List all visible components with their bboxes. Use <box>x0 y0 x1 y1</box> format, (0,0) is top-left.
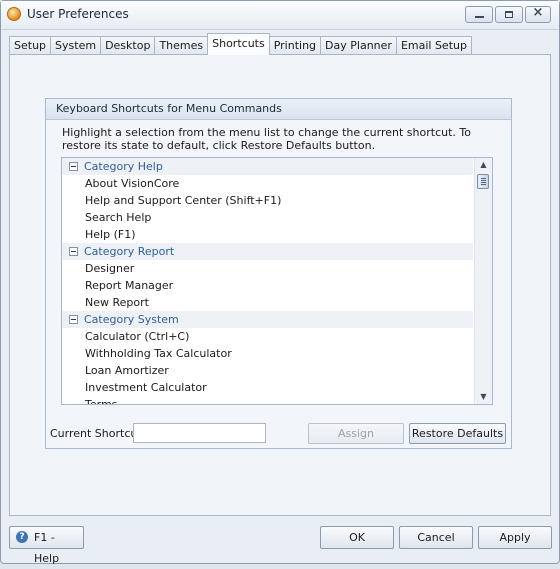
grip-icon <box>481 178 486 185</box>
tree-category-row[interactable]: Category Help <box>62 158 473 175</box>
tree-item-row[interactable]: Designer <box>62 260 473 277</box>
tree-item-row[interactable]: About VisionCore <box>62 175 473 192</box>
shortcuts-tab-panel: Keyboard Shortcuts for Menu Commands Hig… <box>9 54 551 516</box>
current-shortcut-input[interactable] <box>133 423 266 443</box>
command-label: Loan Amortizer <box>85 364 169 377</box>
tree-item-row[interactable]: Help and Support Center (Shift+F1) <box>62 192 473 209</box>
tree-item-row[interactable]: Report Manager <box>62 277 473 294</box>
tab-themes[interactable]: Themes <box>154 36 209 55</box>
tab-setup[interactable]: Setup <box>9 36 52 55</box>
tree-item-row[interactable]: Calculator (Ctrl+C) <box>62 328 473 345</box>
current-shortcut-label: Current Shortcut <box>50 427 142 440</box>
command-label: Help and Support Center (Shift+F1) <box>85 194 282 207</box>
command-label: About VisionCore <box>85 177 180 190</box>
user-preferences-window: User Preferences × Setup System Desktop The… <box>0 0 560 565</box>
help-button-label: F1 - Help <box>34 531 60 565</box>
scroll-up-arrow-icon[interactable]: ▲ <box>475 158 492 172</box>
keyboard-shortcuts-group: Keyboard Shortcuts for Menu Commands Hig… <box>45 98 512 449</box>
preferences-tabs: Setup System Desktop Themes Shortcuts Printin… <box>9 33 472 55</box>
tab-email-setup[interactable]: Email Setup <box>395 36 472 55</box>
menu-command-tree[interactable]: Category Help About VisionCore Help and Su… <box>61 157 493 405</box>
minimize-button[interactable] <box>465 6 493 23</box>
command-label: Withholding Tax Calculator <box>85 347 232 360</box>
vertical-scrollbar[interactable]: ▲ ▼ <box>474 158 492 404</box>
command-label: Help (F1) <box>85 228 136 241</box>
restore-defaults-button[interactable]: Restore Defaults <box>409 423 506 444</box>
instructions-text: Highlight a selection from the menu list… <box>62 126 471 152</box>
command-label: Search Help <box>85 211 152 224</box>
tree-item-row[interactable]: Help (F1) <box>62 226 473 243</box>
command-label: Report Manager <box>85 279 174 292</box>
assign-button[interactable]: Assign <box>308 423 404 444</box>
tab-desktop[interactable]: Desktop <box>100 36 156 55</box>
tab-system[interactable]: System <box>50 36 102 55</box>
tab-printing[interactable]: Printing <box>268 36 322 55</box>
collapse-minus-icon[interactable] <box>69 162 78 171</box>
tree-item-row[interactable]: Search Help <box>62 209 473 226</box>
app-icon[interactable] <box>7 7 21 21</box>
scrollbar-thumb[interactable] <box>477 174 489 189</box>
command-label: Designer <box>85 262 135 275</box>
maximize-button[interactable] <box>495 6 523 23</box>
group-title: Keyboard Shortcuts for Menu Commands <box>46 99 511 120</box>
category-label: Category System <box>84 313 179 326</box>
apply-button[interactable]: Apply <box>478 526 552 549</box>
scroll-down-arrow-icon[interactable]: ▼ <box>475 390 492 404</box>
ok-button[interactable]: OK <box>320 526 394 549</box>
close-icon: × <box>532 5 544 20</box>
category-label: Category Help <box>84 160 163 173</box>
tab-day-planner[interactable]: Day Planner <box>320 36 397 55</box>
title-bar[interactable]: User Preferences × <box>1 1 559 30</box>
window-controls: × <box>465 5 551 23</box>
maximize-icon <box>505 11 513 18</box>
collapse-minus-icon[interactable] <box>69 247 78 256</box>
command-label: New Report <box>85 296 149 309</box>
window-title: User Preferences <box>27 7 129 21</box>
minimize-icon <box>475 16 484 18</box>
collapse-minus-icon[interactable] <box>69 315 78 324</box>
tree-rows: Category Help About VisionCore Help and Su… <box>62 158 473 405</box>
tree-item-row[interactable]: New Report <box>62 294 473 311</box>
command-label: Investment Calculator <box>85 381 207 394</box>
help-icon: ? <box>16 531 28 543</box>
tree-category-row[interactable]: Category System <box>62 311 473 328</box>
tree-category-row[interactable]: Category Report <box>62 243 473 260</box>
tree-item-row[interactable]: Loan Amortizer <box>62 362 473 379</box>
command-label: Calculator (Ctrl+C) <box>85 330 190 343</box>
tab-shortcuts[interactable]: Shortcuts <box>207 33 270 55</box>
tree-item-row[interactable]: Withholding Tax Calculator <box>62 345 473 362</box>
tree-item-row[interactable]: Investment Calculator <box>62 379 473 396</box>
cancel-button[interactable]: Cancel <box>399 526 473 549</box>
category-label: Category Report <box>84 245 175 258</box>
help-button[interactable]: ? F1 - Help <box>9 526 84 565</box>
tree-item-row[interactable]: Terms <box>62 396 473 405</box>
close-button[interactable]: × <box>525 5 551 23</box>
command-label: Terms <box>85 398 118 405</box>
